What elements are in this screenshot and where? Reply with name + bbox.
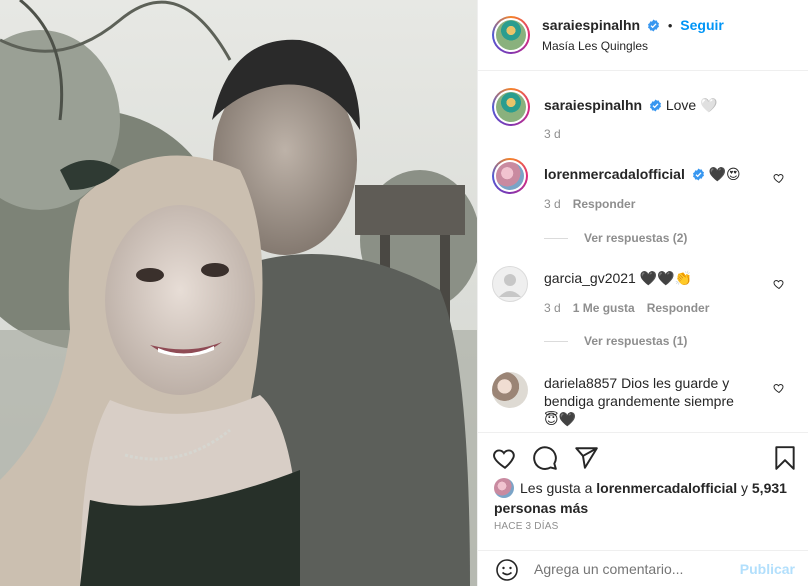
replies-divider	[544, 341, 568, 343]
comment-age[interactable]: 3 d	[544, 301, 561, 315]
author-avatar[interactable]	[492, 16, 530, 54]
comment-avatar[interactable]	[492, 266, 528, 302]
comment-text: 🖤🖤👏	[639, 270, 693, 286]
comment-text-line: lorenmercadalofficial 🖤😍	[544, 165, 770, 183]
comment-age[interactable]: 3 d	[544, 197, 561, 211]
comment-meta: 3 d 1 Me gusta Responder	[544, 301, 709, 315]
view-replies-button[interactable]: Ver respuestas (1)	[544, 334, 687, 348]
post-location[interactable]: Masía Les Quingles	[542, 39, 648, 53]
caption-avatar[interactable]	[492, 88, 530, 126]
comment-reply-button[interactable]: Responder	[647, 301, 710, 315]
comment-text-line: garcia_gv2021 🖤🖤👏	[544, 269, 770, 287]
comment-avatar[interactable]	[492, 158, 528, 194]
default-avatar-icon	[499, 274, 521, 297]
view-replies-label: Ver respuestas (1)	[584, 334, 688, 348]
likes-connector: y	[741, 480, 748, 496]
likes-summary: Les gusta a lorenmercadalofficial y 5,93…	[494, 478, 794, 518]
header-title-row: saraiespinalhn • Seguir	[542, 17, 724, 33]
comments-list: saraiespinalhn Love 🤍 3 d lorenmercadalo…	[478, 72, 808, 432]
comment-like-heart-icon[interactable]	[773, 382, 785, 394]
post-actions: Les gusta a lorenmercadalofficial y 5,93…	[478, 432, 808, 586]
share-icon[interactable]	[573, 445, 599, 471]
comment-meta: 3 d Responder	[544, 197, 635, 211]
caption-text-line: saraiespinalhn Love 🤍	[544, 96, 770, 114]
comment-reply-button[interactable]: Responder	[573, 197, 636, 211]
bookmark-icon[interactable]	[772, 445, 798, 471]
header-separator: •	[667, 18, 673, 33]
comment-likes-count[interactable]: 1 Me gusta	[573, 301, 635, 315]
likes-prefix: Les gusta a	[520, 480, 593, 496]
emoji-icon[interactable]	[495, 558, 519, 582]
comment-avatar[interactable]	[492, 372, 528, 408]
comment-item: garcia_gv2021 🖤🖤👏 3 d 1 Me gusta Responder…	[478, 262, 808, 362]
post-side-panel: saraiespinalhn • Seguir Masía Les Quingl…	[477, 0, 808, 586]
add-comment-bar: Publicar	[478, 550, 808, 586]
replies-divider	[544, 238, 568, 240]
comment-icon[interactable]	[532, 445, 558, 471]
comment-text: 🖤😍	[708, 166, 741, 182]
verified-badge-icon	[692, 168, 704, 181]
caption-text: Love 🤍	[665, 97, 718, 113]
caption-age[interactable]: 3 d	[544, 127, 561, 141]
verified-badge-icon	[647, 19, 659, 32]
liker-avatar[interactable]	[494, 478, 514, 498]
heart-icon[interactable]	[492, 445, 518, 471]
caption-username[interactable]: saraiespinalhn	[544, 97, 642, 113]
caption-row: saraiespinalhn Love 🤍 3 d	[478, 88, 808, 158]
comment-like-heart-icon[interactable]	[773, 278, 785, 290]
follow-button[interactable]: Seguir	[680, 17, 724, 33]
comment-username[interactable]: lorenmercadalofficial	[544, 166, 685, 182]
comment-item: dariela8857 Dios les guarde y bendiga gr…	[478, 368, 808, 432]
liker-username[interactable]: lorenmercadalofficial	[596, 480, 737, 496]
view-replies-button[interactable]: Ver respuestas (2)	[544, 231, 687, 245]
comment-input[interactable]	[534, 561, 734, 577]
comment-username[interactable]: dariela8857	[544, 375, 617, 391]
post-photo[interactable]	[0, 0, 477, 586]
photo-illustration	[0, 0, 477, 586]
author-username[interactable]: saraiespinalhn	[542, 17, 640, 33]
comment-text-line: dariela8857 Dios les guarde y bendiga gr…	[544, 374, 734, 428]
verified-badge-icon	[649, 99, 661, 112]
post-header: saraiespinalhn • Seguir Masía Les Quingl…	[478, 0, 808, 71]
comment-username[interactable]: garcia_gv2021	[544, 270, 636, 286]
view-replies-label: Ver respuestas (2)	[584, 231, 688, 245]
post-timestamp[interactable]: HACE 3 DÍAS	[494, 521, 558, 532]
comment-item: lorenmercadalofficial 🖤😍 3 d Responder Ve…	[478, 158, 808, 258]
comment-like-heart-icon[interactable]	[773, 172, 785, 184]
publish-button[interactable]: Publicar	[740, 561, 795, 577]
